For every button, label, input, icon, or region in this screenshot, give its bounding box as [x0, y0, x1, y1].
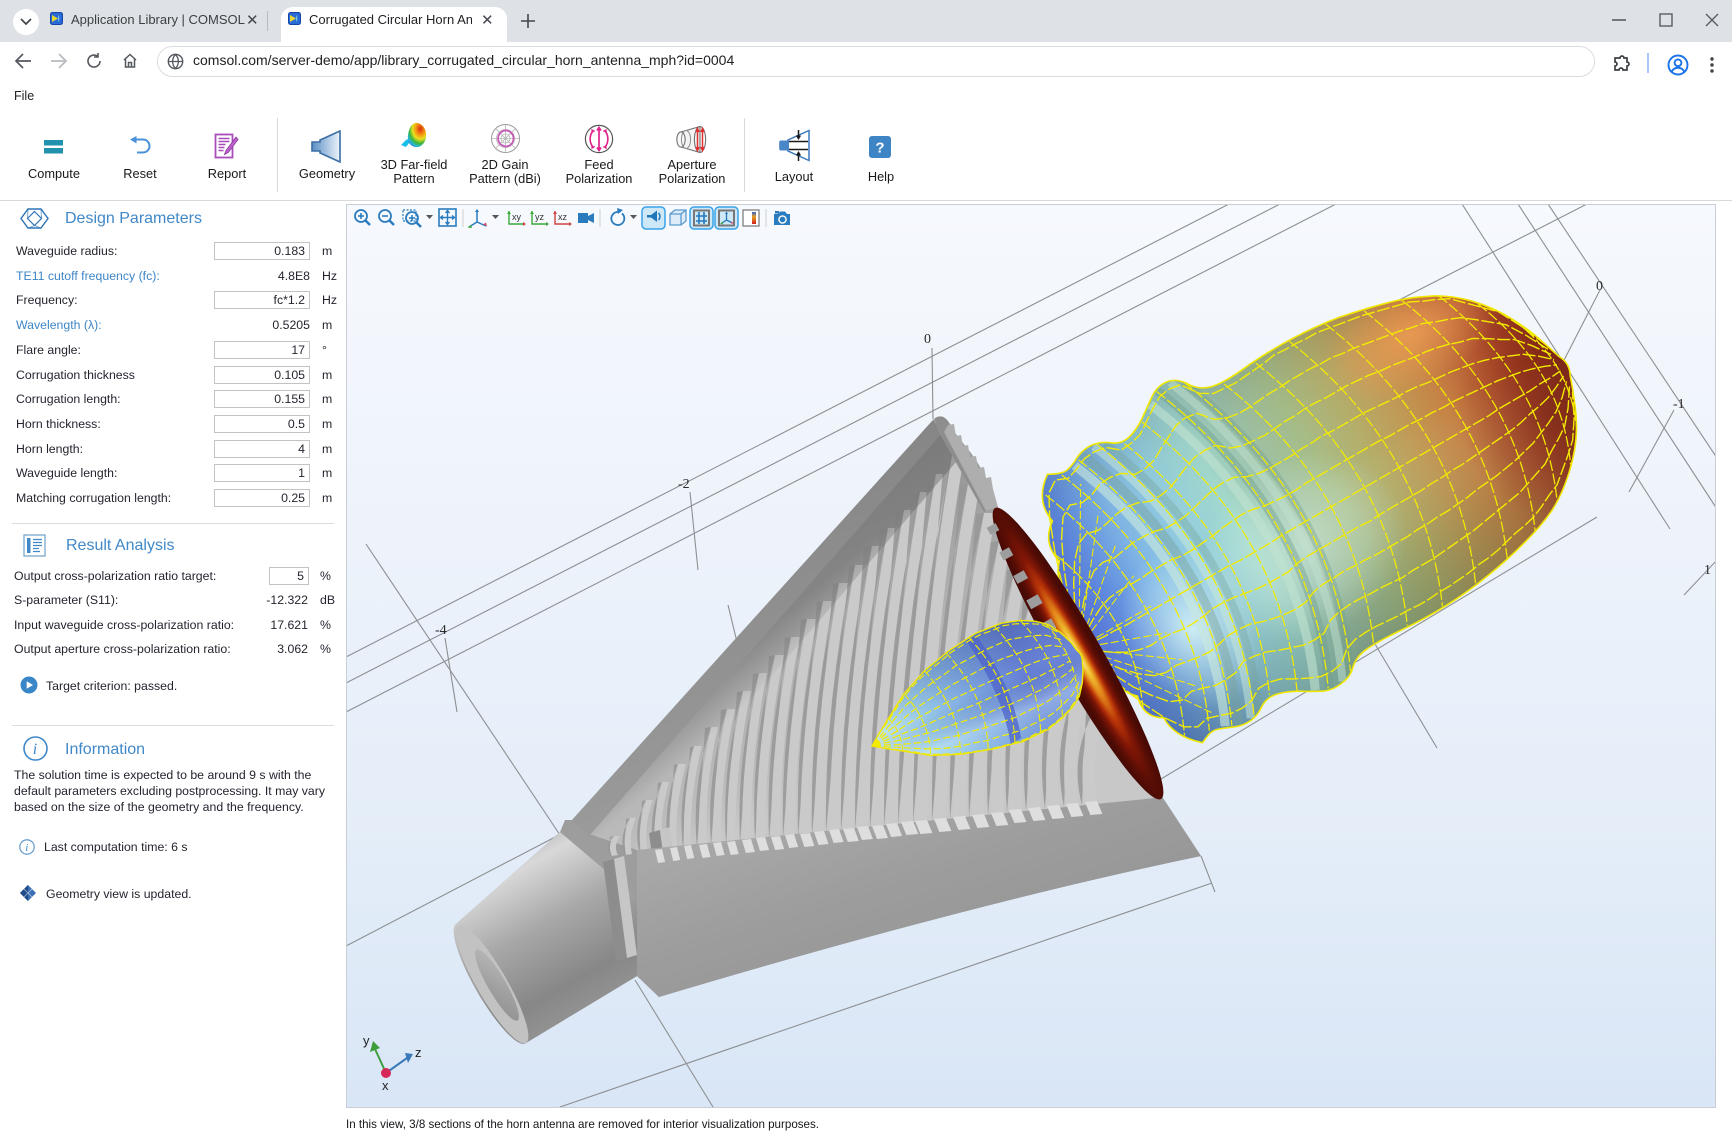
svg-text:0: 0	[1596, 279, 1603, 294]
svg-text:y: y	[363, 1033, 370, 1048]
svg-text:i: i	[25, 842, 28, 854]
svg-text:yz: yz	[535, 212, 545, 222]
svg-text:0: 0	[924, 332, 931, 347]
svg-text:xy: xy	[512, 212, 522, 222]
svg-text:x: x	[382, 1078, 389, 1093]
svg-text:-2: -2	[678, 477, 690, 492]
svg-text:1: 1	[1704, 563, 1711, 578]
svg-text:-4: -4	[435, 623, 447, 638]
svg-text:xz: xz	[558, 212, 568, 222]
svg-text:i: i	[33, 741, 37, 758]
svg-text:z: z	[415, 1045, 422, 1060]
svg-text:-1: -1	[1673, 397, 1685, 412]
svg-text:?: ?	[875, 140, 884, 157]
